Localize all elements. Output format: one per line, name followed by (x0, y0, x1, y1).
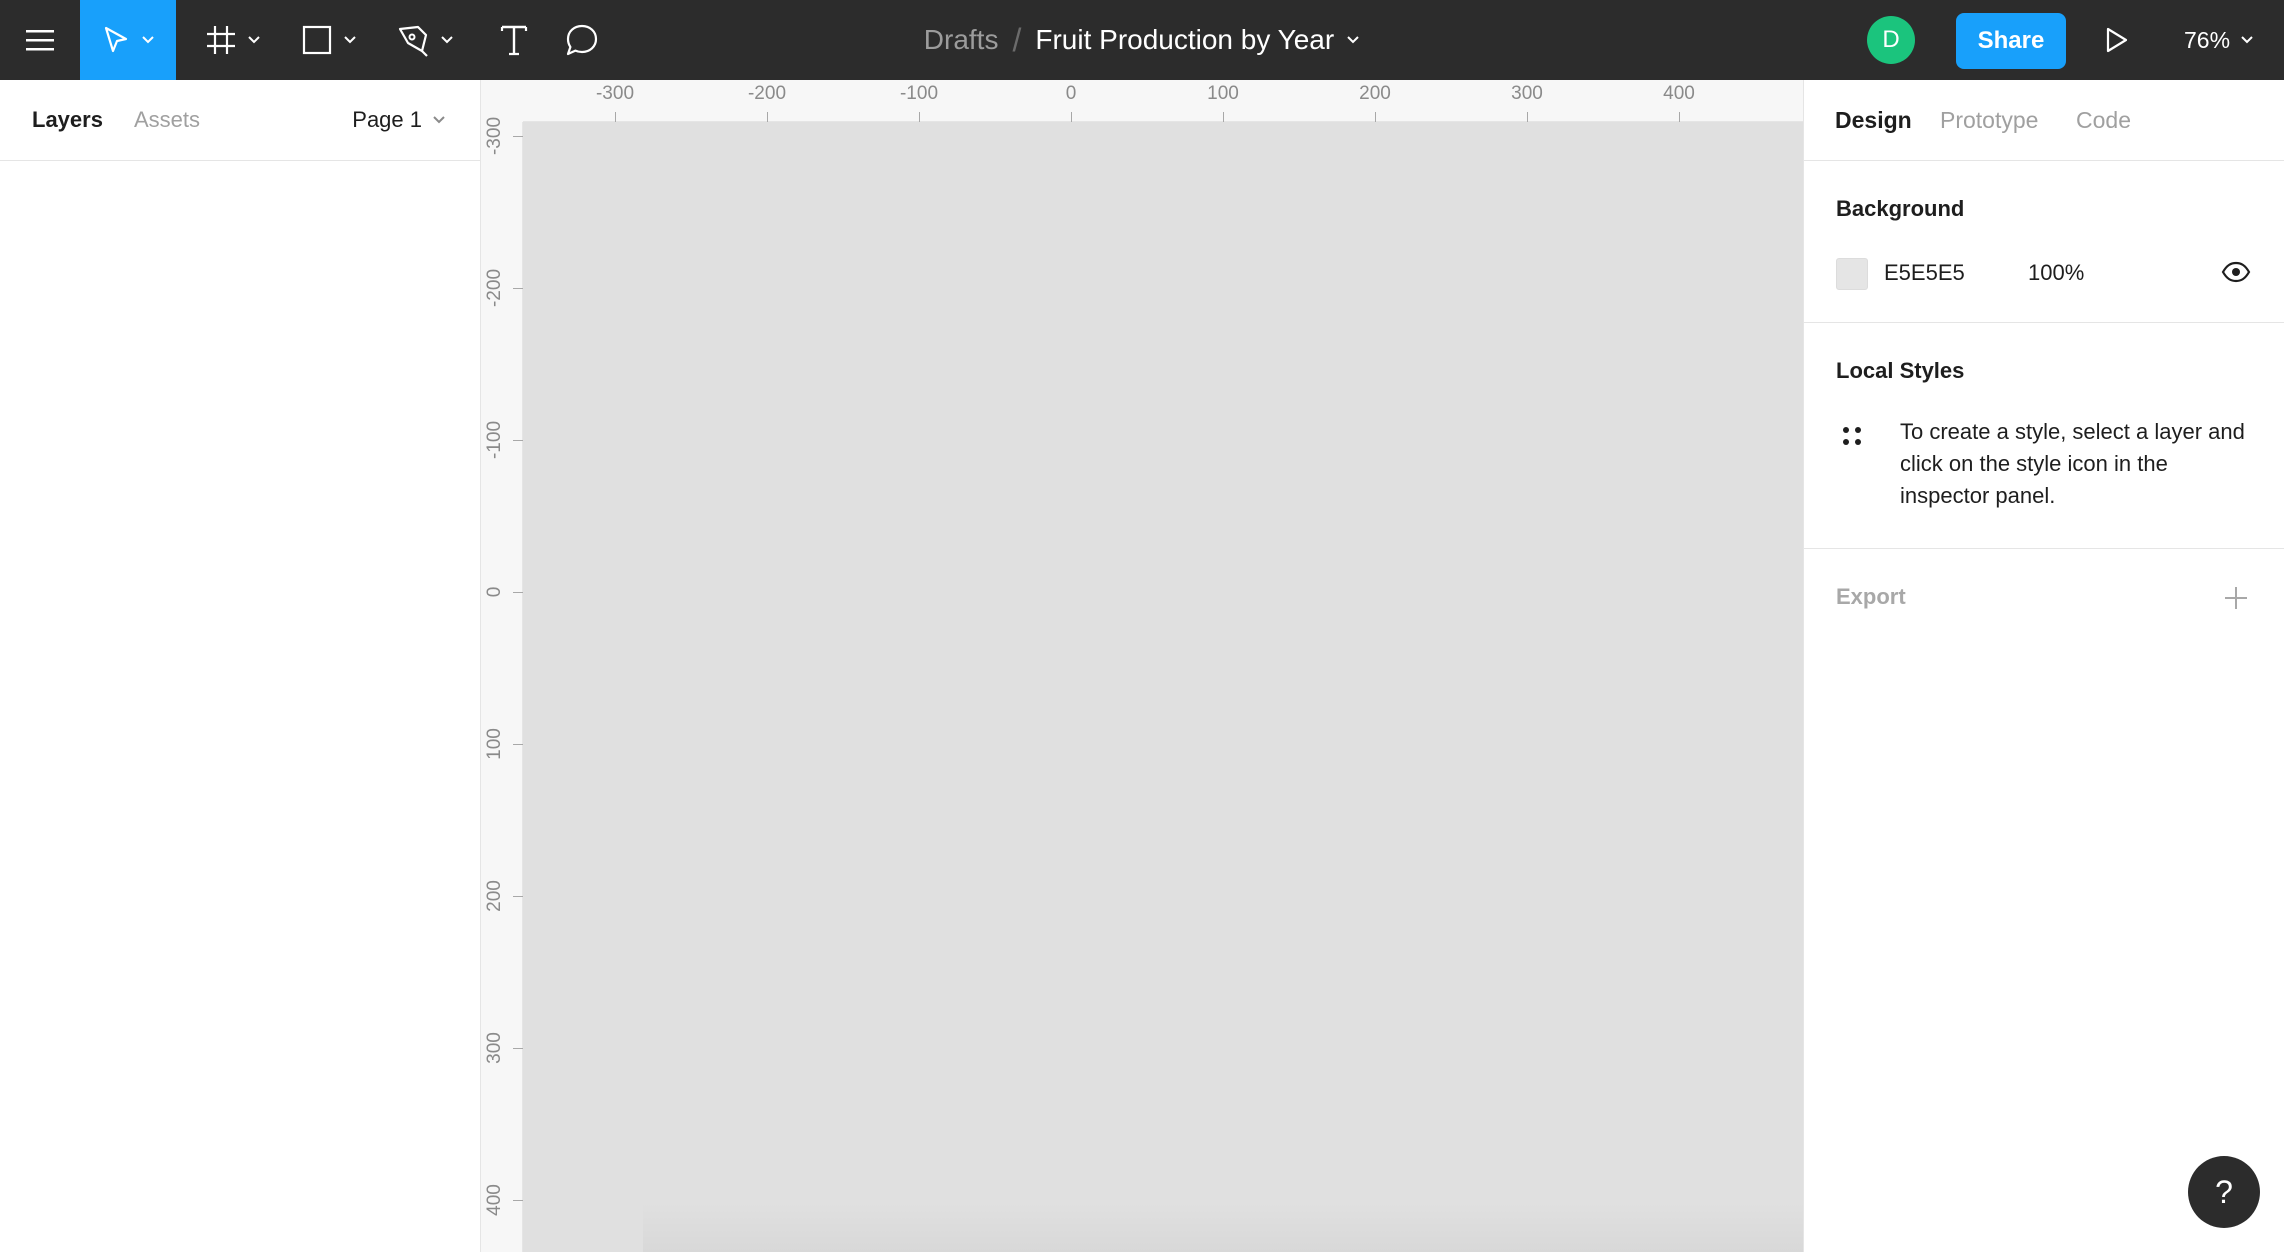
local-styles-hint: To create a style, select a layer and cl… (1900, 419, 2245, 508)
left-panel-tabs: Layers Assets Page 1 (0, 80, 480, 161)
chevron-down-icon (441, 36, 453, 44)
properties-tabs: Design Prototype Code (1804, 80, 2284, 161)
local-styles-section-title: Local Styles (1836, 358, 1965, 383)
rectangle-icon (302, 25, 332, 55)
zoom-level: 76% (2184, 26, 2231, 53)
file-name: Fruit Production by Year (1035, 24, 1335, 55)
share-button[interactable]: Share (1956, 13, 2066, 69)
hamburger-menu-icon (26, 30, 54, 51)
background-section-title: Background (1836, 196, 1965, 221)
divider (1804, 548, 2284, 549)
cursor-arrow-icon (104, 26, 128, 53)
export-section-title: Export (1836, 584, 1906, 609)
divider (1804, 322, 2284, 323)
shape-tool-button[interactable] (292, 0, 366, 80)
visibility-toggle[interactable] (2220, 256, 2252, 288)
background-opacity-value[interactable]: 100% (2028, 260, 2084, 286)
main-menu-button[interactable] (0, 0, 80, 80)
chevron-down-icon (248, 36, 260, 44)
left-panel: Layers Assets Page 1 (0, 80, 481, 1252)
zoom-menu[interactable]: 76% (2184, 0, 2254, 80)
add-export-button[interactable] (2222, 584, 2250, 612)
chevron-down-icon (142, 36, 154, 44)
breadcrumb-separator: / (1012, 21, 1022, 58)
chevron-down-icon (433, 116, 445, 124)
plus-icon (2225, 587, 2247, 609)
chevron-down-icon (344, 36, 356, 44)
file-name-menu[interactable]: Fruit Production by Year (1035, 24, 1360, 56)
background-color-swatch[interactable] (1836, 258, 1868, 290)
style-dots-icon (1840, 424, 1864, 448)
canvas-shadow (643, 1202, 1803, 1252)
text-t-icon (500, 25, 528, 56)
horizontal-ruler: -300 -200 -100 0 100 200 300 400 (523, 80, 1803, 122)
comment-tool-button[interactable] (550, 0, 614, 80)
background-hex-value[interactable]: E5E5E5 (1884, 260, 1965, 286)
vertical-ruler: -300 -200 -100 0 100 200 300 400 (481, 117, 523, 1252)
ruler-corner (481, 80, 523, 122)
eye-icon (2221, 261, 2251, 283)
frame-hash-icon (207, 26, 235, 54)
text-tool-button[interactable] (482, 0, 546, 80)
tab-layers[interactable]: Layers (32, 80, 103, 160)
pen-icon (398, 25, 428, 57)
present-button[interactable] (2100, 24, 2132, 56)
help-button[interactable]: ? (2188, 1156, 2260, 1228)
page-selector[interactable]: Page 1 (352, 80, 446, 160)
pen-tool-button[interactable] (388, 0, 462, 80)
toolbar: Drafts / Fruit Production by Year D Shar… (0, 0, 2284, 80)
right-panel: Design Prototype Code Background E5E5E5 … (1803, 80, 2284, 1252)
frame-tool-button[interactable] (196, 0, 270, 80)
page-label: Page 1 (352, 107, 422, 132)
tab-prototype[interactable]: Prototype (1940, 80, 2038, 160)
play-icon (2106, 27, 2128, 53)
avatar[interactable]: D (1867, 16, 1915, 64)
speech-bubble-icon (566, 24, 598, 56)
move-tool-button[interactable] (80, 0, 176, 80)
canvas[interactable] (523, 122, 1803, 1252)
chevron-down-icon (1347, 36, 1359, 44)
tab-assets[interactable]: Assets (134, 80, 200, 160)
tab-design[interactable]: Design (1835, 80, 1912, 160)
layers-list[interactable] (0, 161, 480, 1252)
tab-code[interactable]: Code (2076, 80, 2131, 160)
chevron-down-icon (2241, 36, 2253, 44)
breadcrumb-drafts-link[interactable]: Drafts (924, 24, 999, 56)
